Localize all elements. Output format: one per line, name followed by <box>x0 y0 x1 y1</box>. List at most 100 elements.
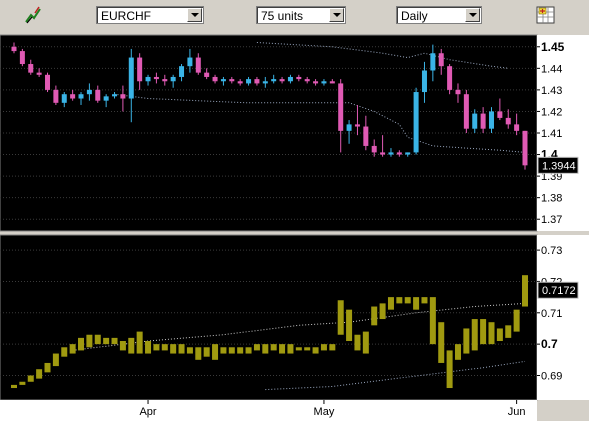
candle-body <box>137 57 143 82</box>
candle-body <box>413 92 419 153</box>
indicator-bar <box>295 347 302 351</box>
candle-body <box>53 89 59 103</box>
units-value: 75 units <box>261 9 304 23</box>
indicator-bar <box>52 353 59 367</box>
candle-body <box>313 81 319 84</box>
indicator-bar <box>36 369 43 379</box>
candle-body <box>195 57 201 73</box>
candle-body <box>179 66 185 77</box>
indicator-bar <box>220 347 227 354</box>
candle-body <box>170 76 176 82</box>
indicator-tool-icon[interactable] <box>23 4 45 26</box>
indicator-bar <box>429 297 436 345</box>
indicator-bar <box>111 337 118 345</box>
indicator-bar <box>270 344 277 351</box>
indicator-bar <box>413 297 420 310</box>
indicator-bar <box>379 303 386 320</box>
indicator-bar <box>61 347 68 357</box>
period-select[interactable]: Daily <box>396 6 482 24</box>
indicator-bar <box>78 337 85 351</box>
indicator-bar <box>161 344 168 351</box>
indicator-bar <box>446 350 453 389</box>
candle-body <box>271 79 277 82</box>
indicator-bar <box>178 344 185 354</box>
indicator-bar <box>463 328 470 354</box>
candle-body <box>262 81 268 84</box>
indicator-bar <box>262 344 269 354</box>
indicator-bar <box>329 344 336 351</box>
candle-body <box>11 46 17 52</box>
price-axis-tick-label: 1.38 <box>541 193 562 205</box>
indicator-bar <box>153 344 160 351</box>
date-axis-tick-label: Apr <box>139 406 156 418</box>
candle-body <box>45 74 51 90</box>
candle-body <box>497 111 503 118</box>
candle-body <box>86 89 92 95</box>
candle-body <box>329 81 335 84</box>
chart-area[interactable]: 1.451.441.431.421.411.41.391.381.370.730… <box>0 32 589 421</box>
indicator-bar <box>11 384 17 389</box>
indicator-bar <box>237 347 244 354</box>
units-select[interactable]: 75 units <box>256 6 346 24</box>
candle-body <box>338 83 344 131</box>
candle-body <box>287 76 293 82</box>
candle-body <box>363 126 369 146</box>
candle-body <box>455 89 461 95</box>
date-axis <box>0 400 537 421</box>
indicator-bar <box>471 319 478 351</box>
indicator-bar <box>103 337 110 345</box>
candle-body <box>514 124 520 131</box>
indicator-bar <box>505 325 512 338</box>
candle-body <box>28 64 34 73</box>
symbol-value: EURCHF <box>101 9 151 23</box>
indicator-bar <box>404 297 411 304</box>
candle-body <box>396 152 402 155</box>
candle-body <box>145 76 151 82</box>
candle-body <box>447 66 453 90</box>
candle-body <box>354 124 360 127</box>
candle-body <box>296 76 302 80</box>
indicator-bar <box>287 344 294 354</box>
indicator-bar <box>228 347 235 354</box>
indicator-bar <box>421 297 428 304</box>
chart-settings-icon[interactable] <box>535 4 557 26</box>
indicator-bar <box>362 331 369 354</box>
chevron-down-icon[interactable] <box>187 8 202 22</box>
indicator-bar <box>337 300 344 335</box>
candle-body <box>187 57 193 67</box>
candle-body <box>153 76 159 80</box>
indicator-bar <box>354 334 361 351</box>
price-axis-tick-label: 1.37 <box>541 214 562 226</box>
chevron-down-icon[interactable] <box>465 8 480 22</box>
indicator-bar <box>170 344 177 354</box>
indicator-bar <box>253 344 260 351</box>
indicator-bar <box>438 322 445 363</box>
indicator-bar <box>304 347 311 351</box>
toolbar: EURCHF 75 units Daily <box>0 0 589 33</box>
candle-body <box>120 94 126 99</box>
indicator-bar <box>312 347 319 354</box>
indicator-bar <box>454 344 461 360</box>
candle-body <box>36 72 42 75</box>
price-last-value: 1.3944 <box>542 160 576 172</box>
indicator-bar <box>186 347 193 354</box>
indicator-bar <box>212 344 219 360</box>
candle-body <box>204 72 210 77</box>
indicator-bar <box>279 344 286 354</box>
candle-body <box>346 124 352 131</box>
symbol-select[interactable]: EURCHF <box>96 6 204 24</box>
candle-body <box>488 111 494 129</box>
candle-body <box>505 117 511 125</box>
indicator-axis-tick-label: 0.73 <box>541 245 562 257</box>
chevron-down-icon[interactable] <box>329 8 344 22</box>
candle-body <box>430 53 436 71</box>
indicator-bar <box>346 309 353 342</box>
indicator-bar <box>387 297 394 310</box>
indicator-axis-tick-label: 0.71 <box>541 308 562 320</box>
candle-body <box>162 79 168 82</box>
candle-body <box>279 79 285 82</box>
indicator-bar <box>27 375 34 382</box>
price-axis-tick-label: 1.41 <box>541 128 562 140</box>
indicator-bar <box>195 347 202 360</box>
indicator-bar <box>136 331 143 354</box>
